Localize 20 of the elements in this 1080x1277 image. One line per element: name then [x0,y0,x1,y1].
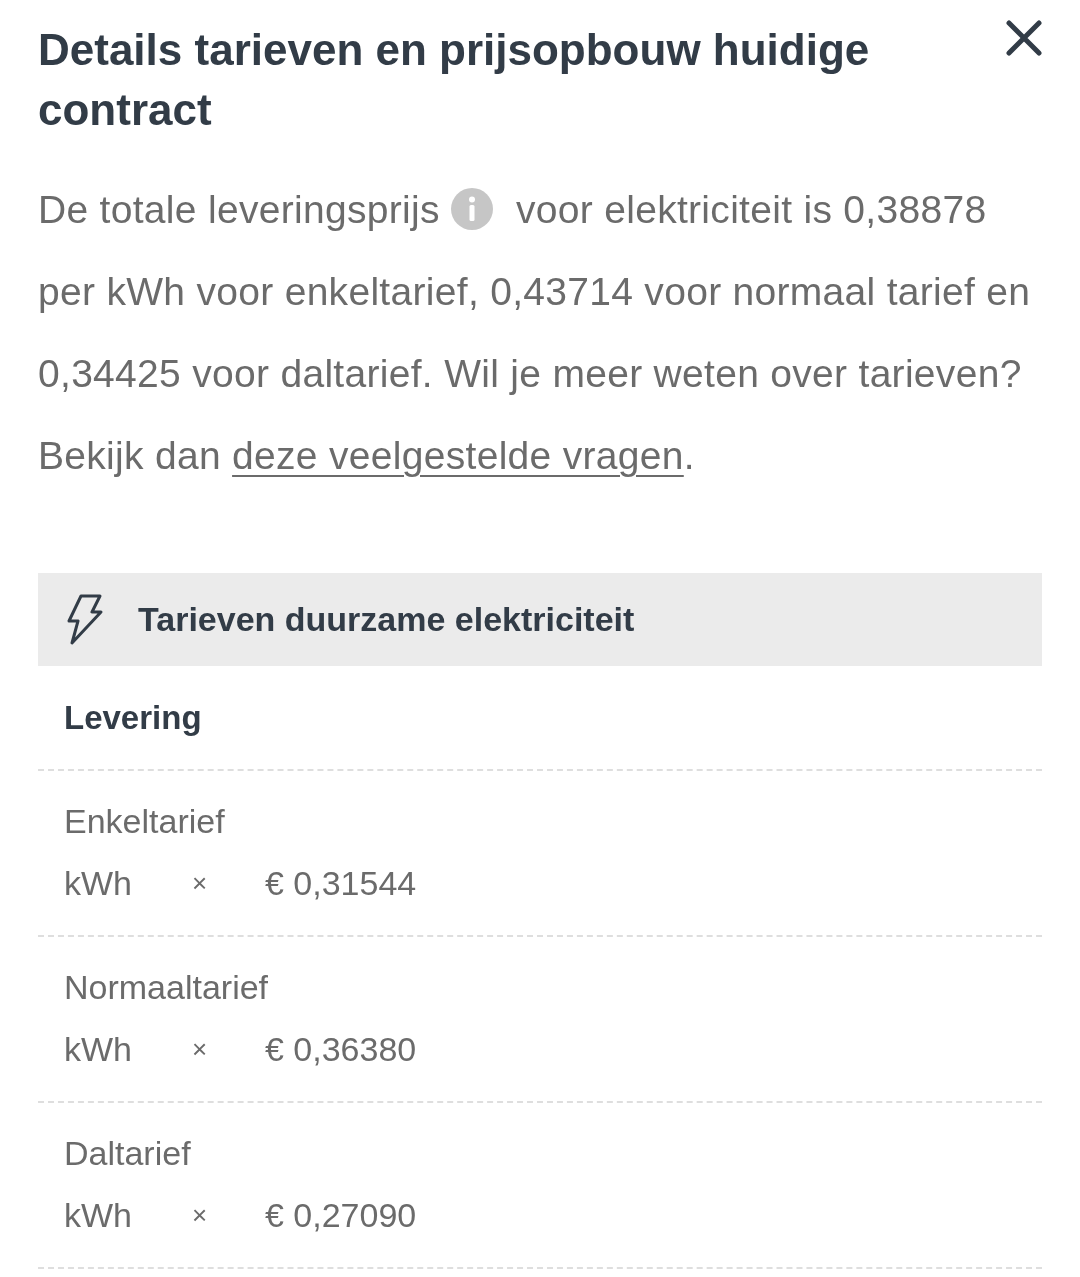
rate-price: € 0,31544 [265,863,417,903]
rate-unit: kWh [64,864,132,902]
rate-unit: kWh [64,1030,132,1068]
intro-paragraph: De totale leveringsprijs voor elektriciteit is 0,38878 per kWh voor enkeltarief, 0,43714 voor normaal tarief en 0,34425 voor daltarief. Wil je meer weten over tarieven? Bekijk dan deze veelgestelde vragen. [38,186,1032,479]
rate-unit: kWh [64,1196,132,1234]
rate-price: € 0,36380 [265,1029,417,1069]
section-title: Tarieven duurzame elektriciteit [138,599,635,640]
dialog-title: Details tarieven en prijsopbouw huidige contract [38,24,871,136]
multiply-sign: × [192,868,208,898]
multiply-sign: × [192,1034,208,1064]
lightning-icon [67,594,103,645]
rate-name: Normaaltarief [64,967,269,1007]
rate-name: Daltarief [64,1133,191,1173]
subsection-title: Levering [64,698,202,738]
faq-link[interactable]: deze veelgestelde vragen [232,434,684,477]
multiply-sign: × [192,1200,208,1230]
rate-price: € 0,27090 [265,1195,417,1235]
rate-name: Enkeltarief [64,801,225,841]
close-icon [1006,20,1042,56]
close-button[interactable] [1004,18,1044,58]
